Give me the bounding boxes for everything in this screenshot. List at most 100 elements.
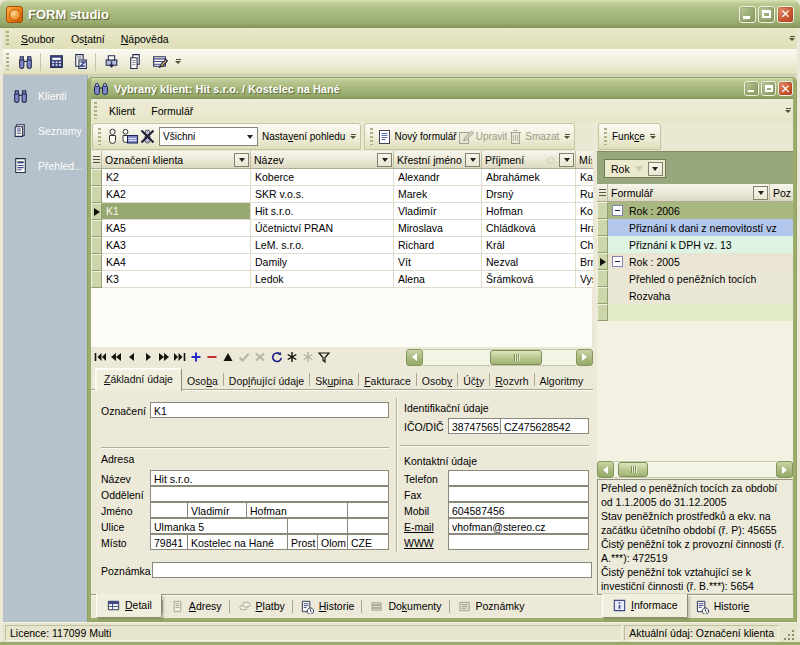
scroll-right-arrow-icon[interactable] bbox=[576, 349, 593, 366]
nav-bookmark-button[interactable] bbox=[284, 349, 300, 365]
www-label[interactable]: WWW bbox=[404, 537, 434, 549]
sidebar-item-klienti[interactable]: Klienti bbox=[3, 75, 87, 113]
column-filter-dropdown[interactable] bbox=[465, 153, 480, 167]
grid-cell[interactable]: Hofman bbox=[482, 203, 576, 220]
formular-filter-dropdown[interactable] bbox=[753, 186, 768, 200]
grid-row-KA4[interactable]: KA4DamilyVítNezvalBrno bbox=[91, 254, 593, 271]
info-tab-informace[interactable]: Informace bbox=[602, 594, 688, 618]
grid-cell[interactable]: K1 bbox=[102, 203, 251, 220]
column-filter-dropdown[interactable] bbox=[234, 153, 249, 167]
tree-item-row[interactable]: Přiznání k DPH vz. 13 bbox=[597, 236, 793, 253]
forms-horizontal-scrollbar[interactable] bbox=[597, 461, 793, 478]
forms-indicator-header[interactable] bbox=[597, 184, 608, 201]
funkce-button[interactable]: Funkce bbox=[611, 131, 646, 142]
nav-fast-next-button[interactable] bbox=[156, 349, 172, 365]
collapse-icon[interactable] bbox=[612, 205, 623, 216]
grid-cell[interactable]: Alena bbox=[394, 271, 482, 288]
menubar-overflow-chevron-icon[interactable] bbox=[787, 30, 797, 48]
grid-horizontal-scrollbar[interactable] bbox=[406, 349, 593, 366]
forms-scroll-right-arrow-icon[interactable] bbox=[776, 461, 793, 478]
grid-cell[interactable]: Brno bbox=[576, 254, 593, 271]
new-client-button[interactable] bbox=[105, 128, 120, 145]
tab-dopl-uj-c-daje[interactable]: Doplňující údaje bbox=[224, 372, 309, 391]
jmeno-input-2[interactable]: Vladimír bbox=[187, 502, 247, 518]
tab-z-kladn-daje[interactable]: Základní údaje bbox=[95, 368, 182, 391]
grid-cell[interactable]: Karviná bbox=[576, 169, 593, 186]
toolbar-button-document-z[interactable] bbox=[69, 52, 91, 72]
new-form-button[interactable]: Nový formulář bbox=[377, 129, 457, 145]
funkce-toolbar-grip[interactable] bbox=[604, 128, 607, 146]
client-menu-item-0[interactable]: Klient bbox=[101, 103, 143, 119]
tab-osoby[interactable]: Osoby bbox=[417, 372, 457, 391]
column-header-formular[interactable]: Formulář bbox=[608, 184, 770, 201]
grid-cell[interactable]: Abrahámek bbox=[482, 169, 576, 186]
grid-cell[interactable]: Marek bbox=[394, 186, 482, 203]
group-by-rok[interactable]: Rok bbox=[604, 159, 666, 178]
tab-rozvrh[interactable]: Rozvrh bbox=[490, 372, 533, 391]
grid-row-K2[interactable]: K2KoberceAlexandrAbrahámekKarviná bbox=[91, 169, 593, 186]
dic-input[interactable]: CZ475628542 bbox=[500, 418, 589, 434]
grid-cell[interactable]: Ledok bbox=[251, 271, 394, 288]
menubar-grip[interactable] bbox=[6, 31, 9, 46]
column-header-1[interactable]: Název bbox=[251, 151, 394, 168]
grid-cell[interactable]: Kostelec na Hané bbox=[576, 203, 593, 220]
collapse-icon[interactable] bbox=[612, 256, 623, 267]
tab-algoritmy[interactable]: Algoritmy bbox=[535, 372, 589, 391]
email-input[interactable]: vhofman@stereo.cz bbox=[448, 518, 589, 534]
grid-cell[interactable]: Miroslava bbox=[394, 220, 482, 237]
misto-input-district[interactable]: Prost bbox=[287, 534, 318, 550]
tab-osoba[interactable]: Osoba bbox=[182, 372, 223, 391]
fax-input[interactable] bbox=[448, 486, 589, 502]
nav-refresh-button[interactable] bbox=[268, 349, 284, 365]
nazev-input[interactable]: Hit s.r.o. bbox=[150, 470, 389, 486]
tree-item-row[interactable]: Přehled o peněžních tocích bbox=[597, 270, 793, 287]
grid-cell[interactable]: Nezval bbox=[482, 254, 576, 271]
client-menu-item-1[interactable]: Formulář bbox=[143, 103, 201, 119]
tree-group-row[interactable]: Rok : 2005 bbox=[597, 253, 793, 270]
nav-fast-prior-button[interactable] bbox=[108, 349, 124, 365]
misto-input-region[interactable]: Olom bbox=[317, 534, 348, 550]
grid-cell[interactable]: Král bbox=[482, 237, 576, 254]
nav-insert-button[interactable] bbox=[188, 349, 204, 365]
mobil-input[interactable]: 604587456 bbox=[448, 502, 589, 518]
grid-row-K1[interactable]: K1Hit s.r.o.VladimírHofmanKostelec na Ha… bbox=[91, 203, 593, 220]
client-toolbar-chevron-icon[interactable] bbox=[348, 128, 358, 146]
grid-cell[interactable]: K3 bbox=[102, 271, 251, 288]
column-header-4[interactable]: Místo bbox=[576, 151, 593, 168]
nav-next-button[interactable] bbox=[140, 349, 156, 365]
grid-cell[interactable]: Šrámková bbox=[482, 271, 576, 288]
nav-bookmark-dim-button[interactable] bbox=[300, 349, 316, 365]
column-header-0[interactable]: Označení klienta bbox=[102, 151, 251, 168]
tab--ty[interactable]: Účty bbox=[458, 372, 489, 391]
grid-cell[interactable]: Koberce bbox=[251, 169, 394, 186]
menu-item-1[interactable]: Ostatní bbox=[63, 31, 113, 47]
tree-group-row[interactable]: Rok : 2006 bbox=[597, 202, 793, 219]
grid-row-KA5[interactable]: KA5Účetnictví PRANMiroslavaChládkováHrad… bbox=[91, 220, 593, 237]
toolbar-button-binoculars[interactable] bbox=[14, 52, 36, 72]
client-toolbar-grip[interactable] bbox=[98, 128, 101, 146]
grid-cell[interactable]: Účetnictví PRAN bbox=[251, 220, 394, 237]
info-tab-historie[interactable]: Historie bbox=[688, 596, 757, 617]
misto-input-psc[interactable]: 79841 bbox=[150, 534, 188, 550]
ulice-input-1[interactable]: Ulmanka 5 bbox=[150, 518, 288, 534]
client-maximize-button[interactable] bbox=[761, 81, 776, 96]
nav-cancel-button[interactable] bbox=[252, 349, 268, 365]
column-header-2[interactable]: Křestní jméno bbox=[394, 151, 482, 168]
client-minimize-button[interactable] bbox=[744, 81, 759, 96]
client-menubar-grip[interactable] bbox=[94, 102, 97, 118]
tree-item-row[interactable]: Rozvaha bbox=[597, 287, 793, 304]
grid-cell[interactable]: KA5 bbox=[102, 220, 251, 237]
grid-cell[interactable]: K2 bbox=[102, 169, 251, 186]
oddeleni-input[interactable] bbox=[150, 486, 389, 502]
column-filter-dropdown[interactable] bbox=[559, 153, 574, 167]
grid-indicator-header[interactable] bbox=[91, 151, 102, 168]
ico-input[interactable]: 38747565 bbox=[448, 418, 501, 434]
view-settings-button[interactable]: Nastavení pohledu bbox=[261, 131, 346, 142]
edit-form-button[interactable]: Upravit bbox=[458, 129, 509, 145]
grid-cell[interactable]: Chládková bbox=[482, 220, 576, 237]
toolbar-overflow-chevron-icon[interactable] bbox=[173, 53, 183, 71]
sidebar-item-pehled[interactable]: Přehled... bbox=[3, 148, 87, 183]
grid-cell[interactable]: Vyškov bbox=[576, 271, 593, 288]
bottom-tab-dokumenty[interactable]: Dokumenty bbox=[362, 596, 448, 617]
form-toolbar-chevron-icon[interactable] bbox=[562, 128, 572, 146]
